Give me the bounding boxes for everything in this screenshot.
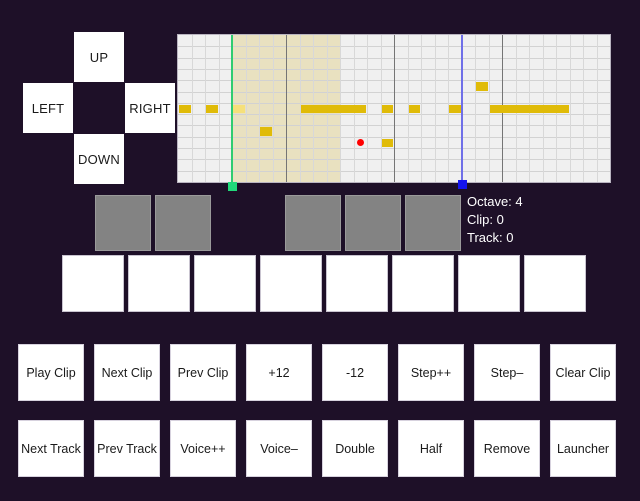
command-button-next-clip[interactable]: Next Clip bbox=[94, 344, 160, 401]
command-label: Half bbox=[419, 441, 443, 456]
dpad-down-button[interactable]: DOWN bbox=[74, 134, 124, 184]
command-label: Next Track bbox=[21, 441, 81, 456]
piano-key[interactable] bbox=[326, 255, 388, 312]
note-block[interactable] bbox=[408, 104, 420, 114]
command-button-play-clip[interactable]: Play Clip bbox=[18, 344, 84, 401]
loop-start-marker[interactable] bbox=[228, 182, 237, 191]
command-button-double[interactable]: Double bbox=[322, 420, 388, 477]
command-label: Launcher bbox=[556, 441, 610, 456]
command-button-prev-clip[interactable]: Prev Clip bbox=[170, 344, 236, 401]
piano-roll-grid[interactable] bbox=[177, 34, 611, 183]
command-label: Prev Track bbox=[97, 441, 157, 456]
piano-key[interactable] bbox=[458, 255, 520, 312]
command-label: +12 bbox=[268, 365, 290, 380]
command-button-voice[interactable]: Voice++ bbox=[170, 420, 236, 477]
piano-key[interactable] bbox=[62, 255, 124, 312]
note-block[interactable] bbox=[489, 104, 569, 114]
cursor-line bbox=[460, 35, 463, 182]
pad-button[interactable] bbox=[155, 195, 211, 251]
command-button-voice[interactable]: Voice– bbox=[246, 420, 312, 477]
dpad-right-button[interactable]: RIGHT bbox=[125, 83, 175, 133]
command-button-next-track[interactable]: Next Track bbox=[18, 420, 84, 477]
command-label: -12 bbox=[345, 365, 365, 380]
command-label: Prev Clip bbox=[177, 365, 229, 380]
command-label: Voice++ bbox=[180, 441, 226, 456]
status-octave: Octave: 4 bbox=[467, 194, 523, 209]
dpad-down-label: DOWN bbox=[78, 151, 120, 167]
note-block[interactable] bbox=[179, 104, 191, 114]
dpad-up-label: UP bbox=[89, 49, 109, 65]
dpad: UP LEFT RIGHT DOWN bbox=[23, 32, 175, 184]
status-track: Track: 0 bbox=[467, 230, 514, 245]
piano-key[interactable] bbox=[260, 255, 322, 312]
command-button-launcher[interactable]: Launcher bbox=[550, 420, 616, 477]
pad-button[interactable] bbox=[405, 195, 461, 251]
dpad-left-label: LEFT bbox=[31, 100, 65, 116]
pad-button[interactable] bbox=[345, 195, 401, 251]
piano-key[interactable] bbox=[194, 255, 256, 312]
command-label: Double bbox=[335, 441, 375, 456]
command-label: Play Clip bbox=[26, 365, 76, 380]
dpad-left-button[interactable]: LEFT bbox=[23, 83, 73, 133]
command-label: Step– bbox=[490, 365, 524, 380]
note-block[interactable] bbox=[300, 104, 366, 114]
loop-end-marker[interactable] bbox=[457, 180, 467, 189]
command-button-prev-track[interactable]: Prev Track bbox=[94, 420, 160, 477]
playhead-line bbox=[231, 35, 233, 182]
status-clip: Clip: 0 bbox=[467, 212, 504, 227]
command-button-clear-clip[interactable]: Clear Clip bbox=[550, 344, 616, 401]
pad-button[interactable] bbox=[285, 195, 341, 251]
note-block[interactable] bbox=[381, 104, 393, 114]
pad-button[interactable] bbox=[95, 195, 151, 251]
command-label: Clear Clip bbox=[555, 365, 611, 380]
command-button-12[interactable]: +12 bbox=[246, 344, 312, 401]
command-button-remove[interactable]: Remove bbox=[474, 420, 540, 477]
piano-key[interactable] bbox=[524, 255, 586, 312]
dpad-up-button[interactable]: UP bbox=[74, 32, 124, 82]
command-button-step[interactable]: Step++ bbox=[398, 344, 464, 401]
note-block[interactable] bbox=[476, 82, 488, 91]
command-label: Next Clip bbox=[101, 365, 153, 380]
piano-key[interactable] bbox=[128, 255, 190, 312]
command-button-step[interactable]: Step– bbox=[474, 344, 540, 401]
dpad-right-label: RIGHT bbox=[129, 100, 171, 116]
command-button-half[interactable]: Half bbox=[398, 420, 464, 477]
note-block[interactable] bbox=[260, 127, 272, 136]
status-panel: Octave: 4 Clip: 0 Track: 0 bbox=[467, 193, 523, 247]
edit-cursor-dot bbox=[356, 138, 364, 146]
piano-key[interactable] bbox=[392, 255, 454, 312]
command-label: Voice– bbox=[260, 441, 298, 456]
note-block[interactable] bbox=[449, 104, 461, 114]
note-block[interactable] bbox=[381, 138, 393, 148]
note-block[interactable] bbox=[206, 104, 218, 114]
note-block[interactable] bbox=[233, 104, 245, 114]
command-label: Remove bbox=[483, 441, 531, 456]
command-button-12[interactable]: -12 bbox=[322, 344, 388, 401]
command-label: Step++ bbox=[410, 365, 452, 380]
